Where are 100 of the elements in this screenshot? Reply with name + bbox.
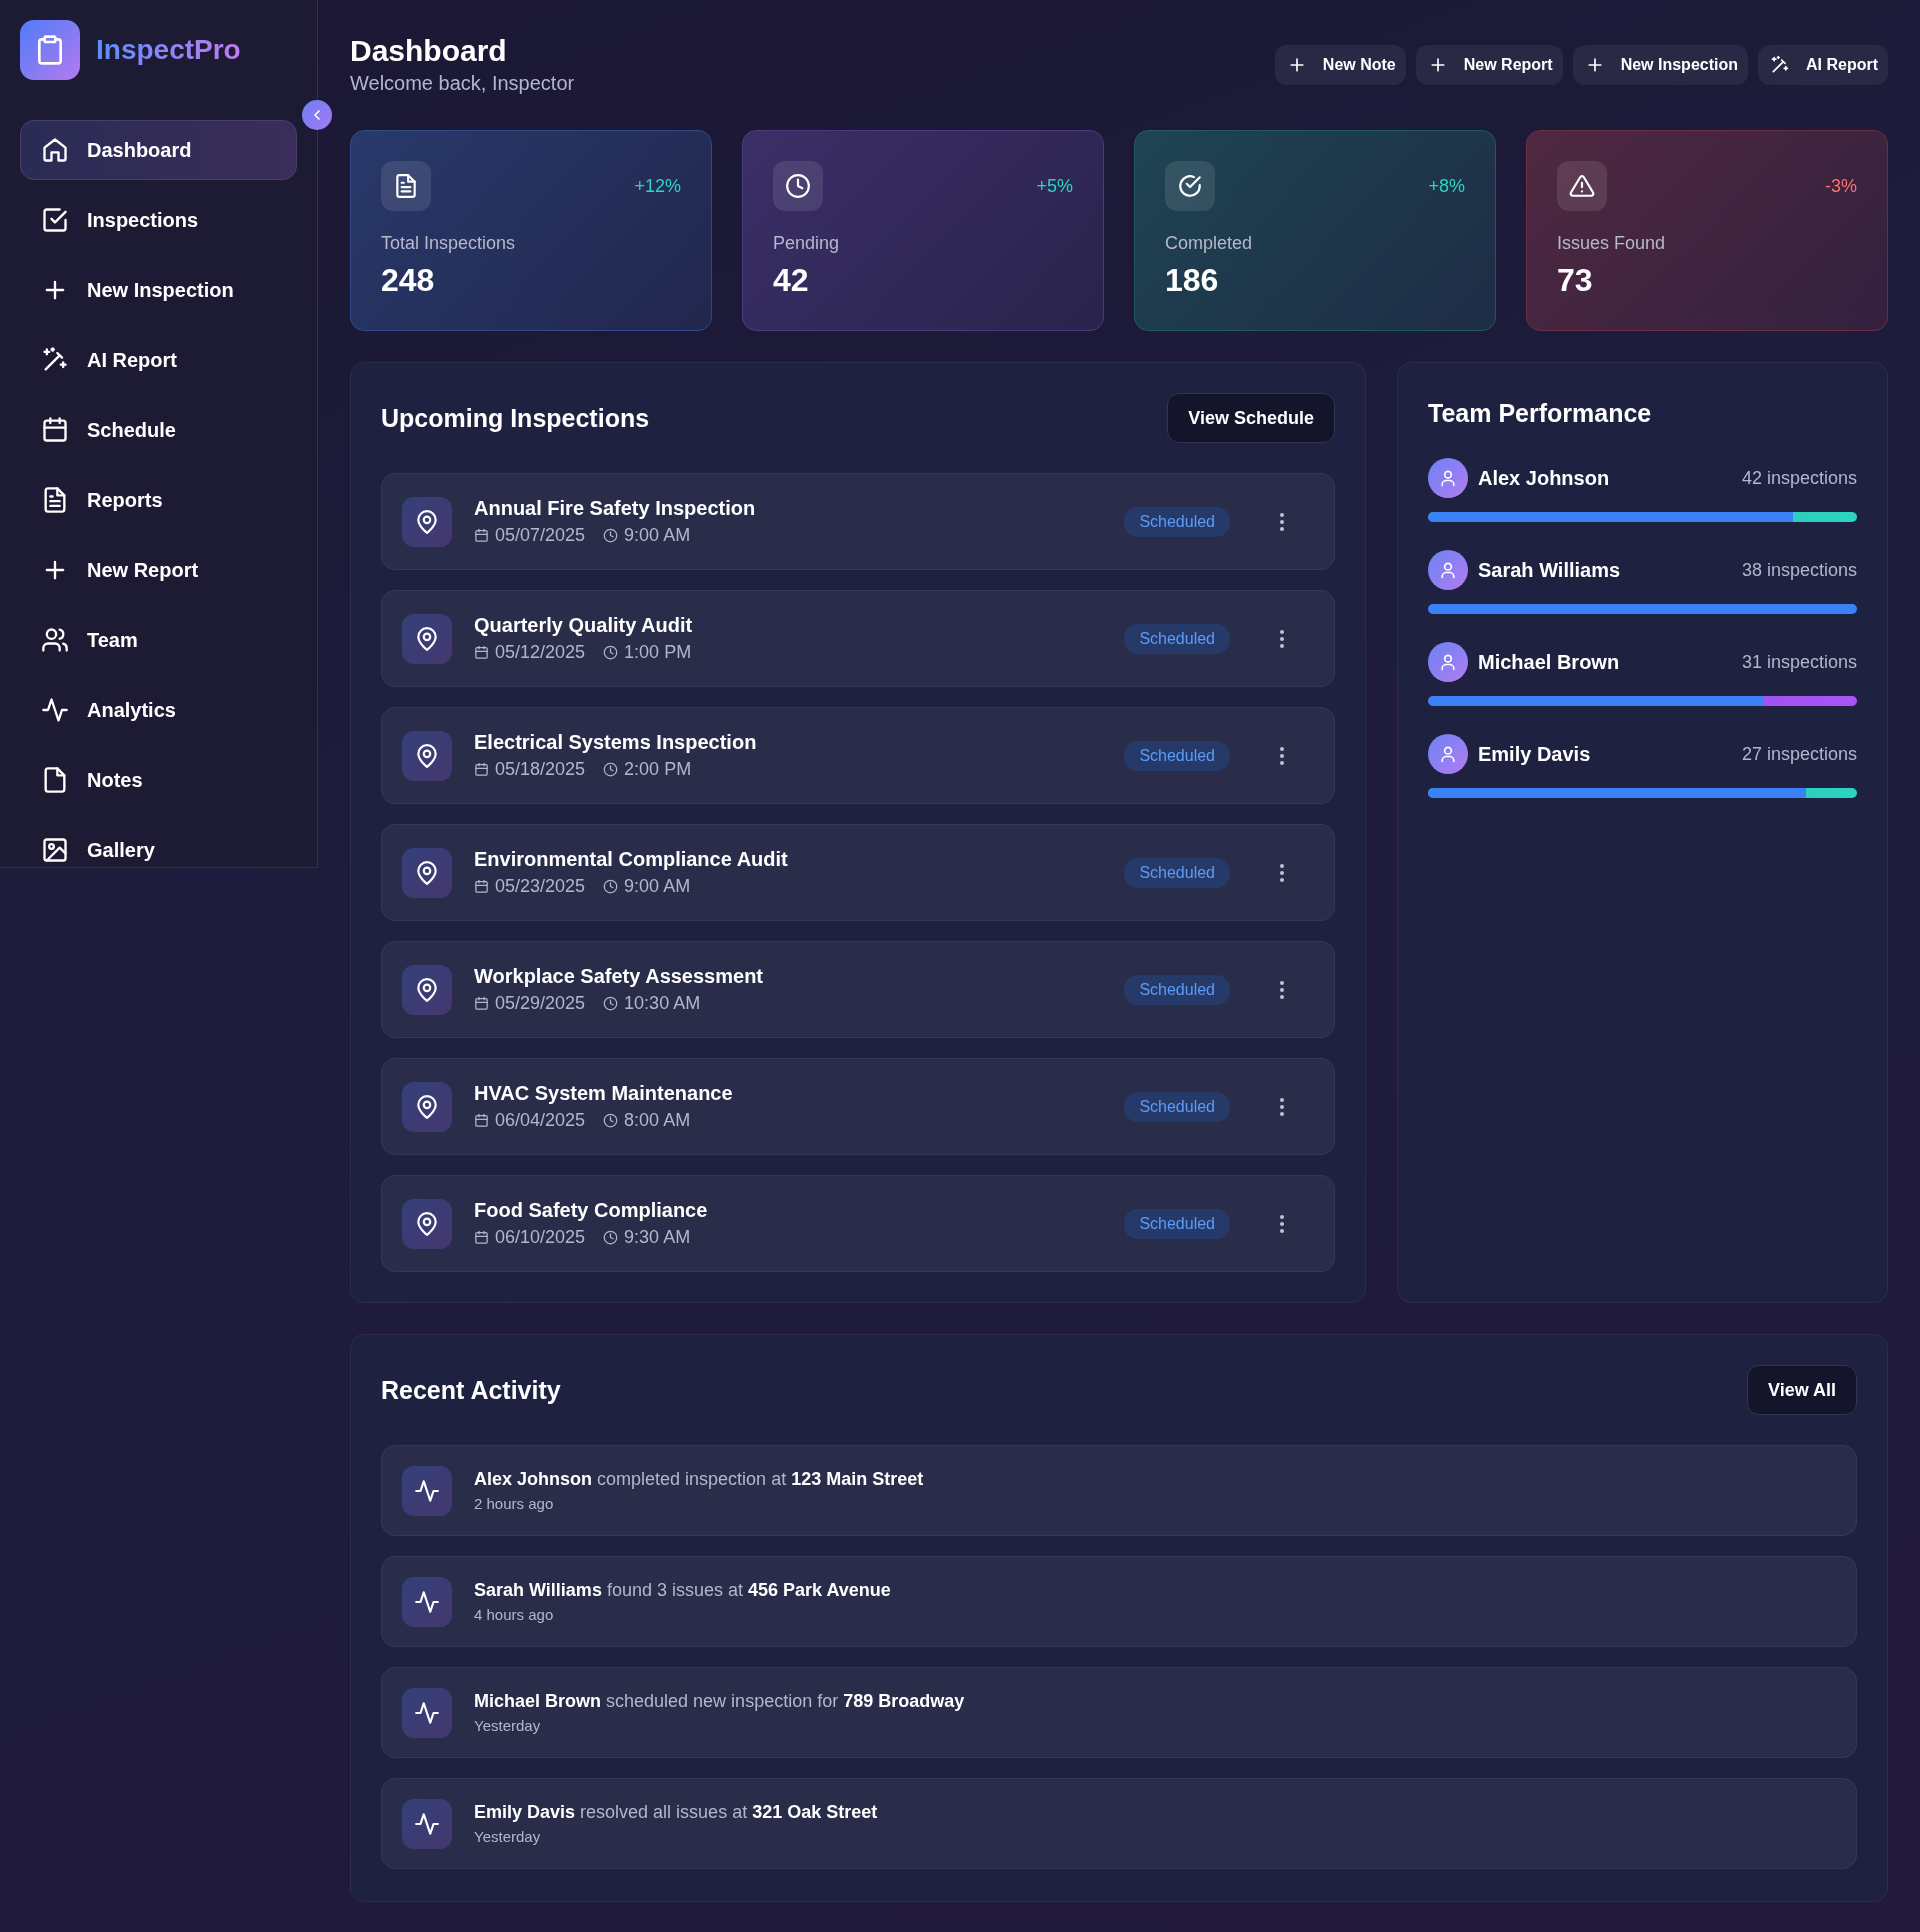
calendar-icon xyxy=(474,1230,489,1245)
location-pin-icon xyxy=(414,742,440,769)
sidebar-item[interactable]: New Inspection xyxy=(20,260,297,320)
check-circle-icon xyxy=(1177,173,1203,199)
page-title: Dashboard xyxy=(350,34,508,68)
inspection-row[interactable]: Annual Fire Safety Inspection 05/07/2025 9:00 AM Scheduled xyxy=(381,473,1335,570)
location-pin-icon xyxy=(414,1210,440,1237)
inspection-time: 9:00 AM xyxy=(624,525,691,546)
action-button[interactable]: New Inspection xyxy=(1572,45,1748,85)
sidebar-item[interactable]: Team xyxy=(20,610,297,670)
member-name: Michael Brown xyxy=(1478,650,1621,674)
inspection-row[interactable]: HVAC System Maintenance 06/04/2025 8:00 AM Scheduled xyxy=(381,1058,1335,1155)
inspection-title: Environmental Compliance Audit xyxy=(474,848,789,871)
trend-value: -3% xyxy=(1825,175,1857,197)
action-button[interactable]: New Report xyxy=(1415,45,1563,85)
stat-value: 42 xyxy=(773,262,810,299)
inspection-row[interactable]: Food Safety Compliance 06/10/2025 9:30 AM Scheduled xyxy=(381,1175,1335,1272)
status-badge: Scheduled xyxy=(1124,623,1230,654)
inspection-count: 42 inspections xyxy=(1741,467,1857,489)
status-badge: Scheduled xyxy=(1124,857,1230,888)
clock-icon xyxy=(603,528,619,543)
inspection-time: 9:00 AM xyxy=(624,876,691,897)
member-name: Alex Johnson xyxy=(1478,466,1611,490)
member-name: Sarah Williams xyxy=(1478,558,1622,582)
location-pin-icon xyxy=(414,625,440,652)
inspection-time: 1:00 PM xyxy=(624,642,692,663)
sidebar-item[interactable]: Schedule xyxy=(20,400,297,460)
inspection-time: 2:00 PM xyxy=(624,759,692,780)
location-pin-icon xyxy=(414,859,440,886)
inspection-time: 9:30 AM xyxy=(624,1227,691,1248)
inspection-count: 31 inspections xyxy=(1741,651,1857,673)
member-name: Emily Davis xyxy=(1478,742,1592,766)
inspection-row[interactable]: Quarterly Quality Audit 05/12/2025 1:00 PM Scheduled xyxy=(381,590,1335,687)
activity-text: Emily Davis resolved all issues at 321 Oak Street xyxy=(474,1802,879,1823)
view-all-button[interactable]: View All xyxy=(1746,1365,1857,1415)
pulse-icon xyxy=(414,1477,440,1504)
activity-time: Yesterday xyxy=(474,1717,542,1734)
clock-icon xyxy=(603,1230,619,1245)
sidebar-item[interactable]: Reports xyxy=(20,470,297,530)
sidebar-item[interactable]: AI Report xyxy=(20,330,297,390)
inspection-title: HVAC System Maintenance xyxy=(474,1082,734,1105)
inspection-count: 38 inspections xyxy=(1741,559,1857,581)
stat-label: Completed xyxy=(1165,233,1254,254)
inspection-date: 05/29/2025 xyxy=(495,993,586,1014)
status-badge: Scheduled xyxy=(1124,506,1230,537)
image-icon xyxy=(41,836,69,864)
magic-wand-icon xyxy=(41,346,69,374)
calendar-icon xyxy=(474,645,489,660)
inspection-count: 27 inspections xyxy=(1741,743,1857,765)
calendar-icon xyxy=(474,879,489,894)
clock-icon xyxy=(603,1113,619,1128)
page-subtitle: Welcome back, Inspector xyxy=(350,72,575,95)
panel-title: Team Performance xyxy=(1428,399,1653,428)
warning-icon xyxy=(1569,173,1595,199)
sidebar-item[interactable]: Inspections xyxy=(20,190,297,250)
clock-icon xyxy=(603,879,619,894)
activity-text: Alex Johnson completed inspection at 123 Main Street xyxy=(474,1469,925,1490)
inspection-row[interactable]: Electrical Systems Inspection 05/18/2025 2:00 PM Scheduled xyxy=(381,707,1335,804)
location-pin-icon xyxy=(414,1093,440,1120)
location-pin-icon xyxy=(414,508,440,535)
pulse-icon xyxy=(414,1810,440,1837)
calendar-icon xyxy=(474,528,489,543)
calendar-icon xyxy=(41,416,69,444)
stat-value: 73 xyxy=(1557,262,1594,299)
status-badge: Scheduled xyxy=(1124,740,1230,771)
document-icon xyxy=(393,173,419,199)
home-icon xyxy=(41,136,69,164)
inspection-row[interactable]: Environmental Compliance Audit 05/23/2025 9:00 AM Scheduled xyxy=(381,824,1335,921)
inspection-date: 06/04/2025 xyxy=(495,1110,586,1131)
stat-value: 186 xyxy=(1165,262,1220,299)
status-badge: Scheduled xyxy=(1124,1091,1230,1122)
pulse-icon xyxy=(414,1699,440,1726)
activity-text: Sarah Williams found 3 issues at 456 Park Avenue xyxy=(474,1580,892,1601)
calendar-icon xyxy=(474,1113,489,1128)
user-icon xyxy=(1438,560,1458,580)
sidebar-item[interactable]: Notes xyxy=(20,750,297,810)
sidebar-item[interactable]: Analytics xyxy=(20,680,297,740)
action-button[interactable]: New Note xyxy=(1274,45,1406,85)
sidebar-item[interactable]: New Report xyxy=(20,540,297,600)
pulse-icon xyxy=(414,1588,440,1615)
view-schedule-button[interactable]: View Schedule xyxy=(1167,393,1335,443)
inspection-date: 05/18/2025 xyxy=(495,759,586,780)
sidebar-item[interactable]: Dashboard xyxy=(20,120,297,180)
activity-time: Yesterday xyxy=(474,1828,542,1845)
inspection-row[interactable]: Workplace Safety Assessment 05/29/2025 10:30 AM Scheduled xyxy=(381,941,1335,1038)
inspection-title: Quarterly Quality Audit xyxy=(474,614,694,637)
sidebar-item[interactable]: Gallery xyxy=(20,820,297,880)
user-icon xyxy=(1438,744,1458,764)
panel-title: Upcoming Inspections xyxy=(381,403,650,433)
activity-text: Michael Brown scheduled new inspection for 789 Broadway xyxy=(474,1691,966,1712)
inspection-title: Annual Fire Safety Inspection xyxy=(474,497,757,520)
calendar-icon xyxy=(474,996,489,1011)
action-button[interactable]: AI Report xyxy=(1758,45,1888,85)
collapse-button[interactable] xyxy=(302,100,332,130)
inspection-date: 05/07/2025 xyxy=(495,525,586,546)
status-badge: Scheduled xyxy=(1124,1208,1230,1239)
trend-value: +12% xyxy=(634,175,681,197)
status-badge: Scheduled xyxy=(1124,974,1230,1005)
clock-icon xyxy=(603,762,619,777)
stat-value: 248 xyxy=(381,262,436,299)
